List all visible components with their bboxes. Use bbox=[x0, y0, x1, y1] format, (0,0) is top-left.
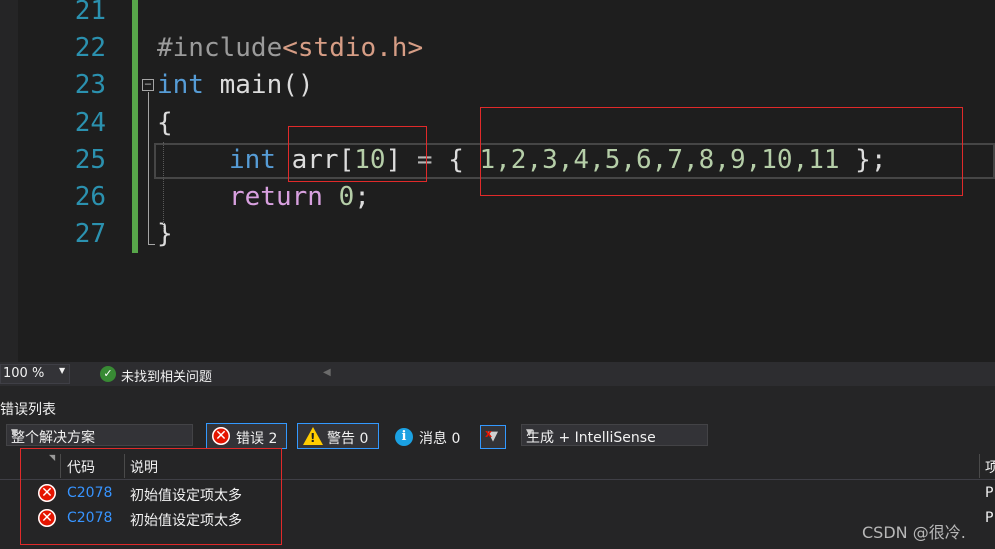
code-editor[interactable]: 21 22 #include<stdio.h> 23 int main() 24… bbox=[0, 0, 995, 362]
line-number: 21 bbox=[74, 0, 106, 26]
warning-icon: ! bbox=[303, 427, 323, 445]
code-text: { bbox=[157, 108, 173, 138]
code-line-21[interactable]: 21 bbox=[0, 0, 995, 30]
code-line-22[interactable]: 22 #include<stdio.h> bbox=[0, 30, 995, 67]
scope-dropdown[interactable]: 整个解决方案 ▼ bbox=[6, 424, 193, 446]
code-text: return 0; bbox=[229, 182, 370, 212]
zoom-dropdown[interactable]: 100 % ▼ bbox=[0, 364, 70, 384]
code-text: int main() bbox=[157, 70, 314, 100]
outline-guide-end bbox=[148, 244, 155, 245]
code-text: } bbox=[157, 219, 173, 249]
line-number: 23 bbox=[74, 70, 106, 100]
scroll-left-icon[interactable]: ◀ bbox=[323, 367, 331, 378]
info-icon: i bbox=[395, 428, 413, 446]
annotation-box-initializer bbox=[480, 107, 963, 196]
watermark: CSDN @很冷. bbox=[862, 523, 966, 542]
chevron-down-icon: ▼ bbox=[59, 366, 66, 375]
issues-status[interactable]: 未找到相关问题 bbox=[121, 366, 212, 385]
panel-title: 错误列表 bbox=[0, 402, 56, 418]
error-icon: ✕ bbox=[212, 427, 230, 445]
build-source-dropdown[interactable]: 生成 + IntelliSense ▼ bbox=[521, 424, 708, 446]
collapse-icon[interactable]: − bbox=[142, 78, 154, 91]
chevron-down-icon: ▼ bbox=[11, 428, 18, 438]
indent-guide bbox=[163, 142, 164, 230]
line-number: 26 bbox=[74, 182, 106, 212]
error-project: P bbox=[985, 510, 994, 526]
code-line-27[interactable]: 27 } bbox=[0, 216, 995, 253]
annotation-box-errors bbox=[20, 448, 282, 545]
panel-header: 错误列表 bbox=[0, 386, 995, 420]
outline-guide bbox=[148, 92, 149, 244]
line-number: 27 bbox=[74, 219, 106, 249]
messages-filter-button[interactable]: i 消息 0 bbox=[389, 423, 467, 449]
editor-status-bar: 100 % ▼ ✓ 未找到相关问题 ◀ bbox=[0, 362, 995, 386]
line-number: 22 bbox=[74, 33, 106, 63]
column-project[interactable]: 项 bbox=[985, 457, 995, 477]
check-circle-icon: ✓ bbox=[100, 366, 116, 382]
filter-icon[interactable]: x ▼ bbox=[480, 425, 506, 449]
line-number: 24 bbox=[74, 108, 106, 138]
annotation-box-array-size bbox=[288, 126, 427, 182]
errors-filter-button[interactable]: ✕ 错误 2 bbox=[206, 423, 287, 449]
error-project: P bbox=[985, 485, 994, 501]
code-text: #include<stdio.h> bbox=[157, 33, 424, 63]
warnings-filter-button[interactable]: ! 警告 0 bbox=[297, 423, 379, 449]
chevron-down-icon: ▼ bbox=[526, 428, 533, 438]
line-number: 25 bbox=[74, 145, 106, 175]
